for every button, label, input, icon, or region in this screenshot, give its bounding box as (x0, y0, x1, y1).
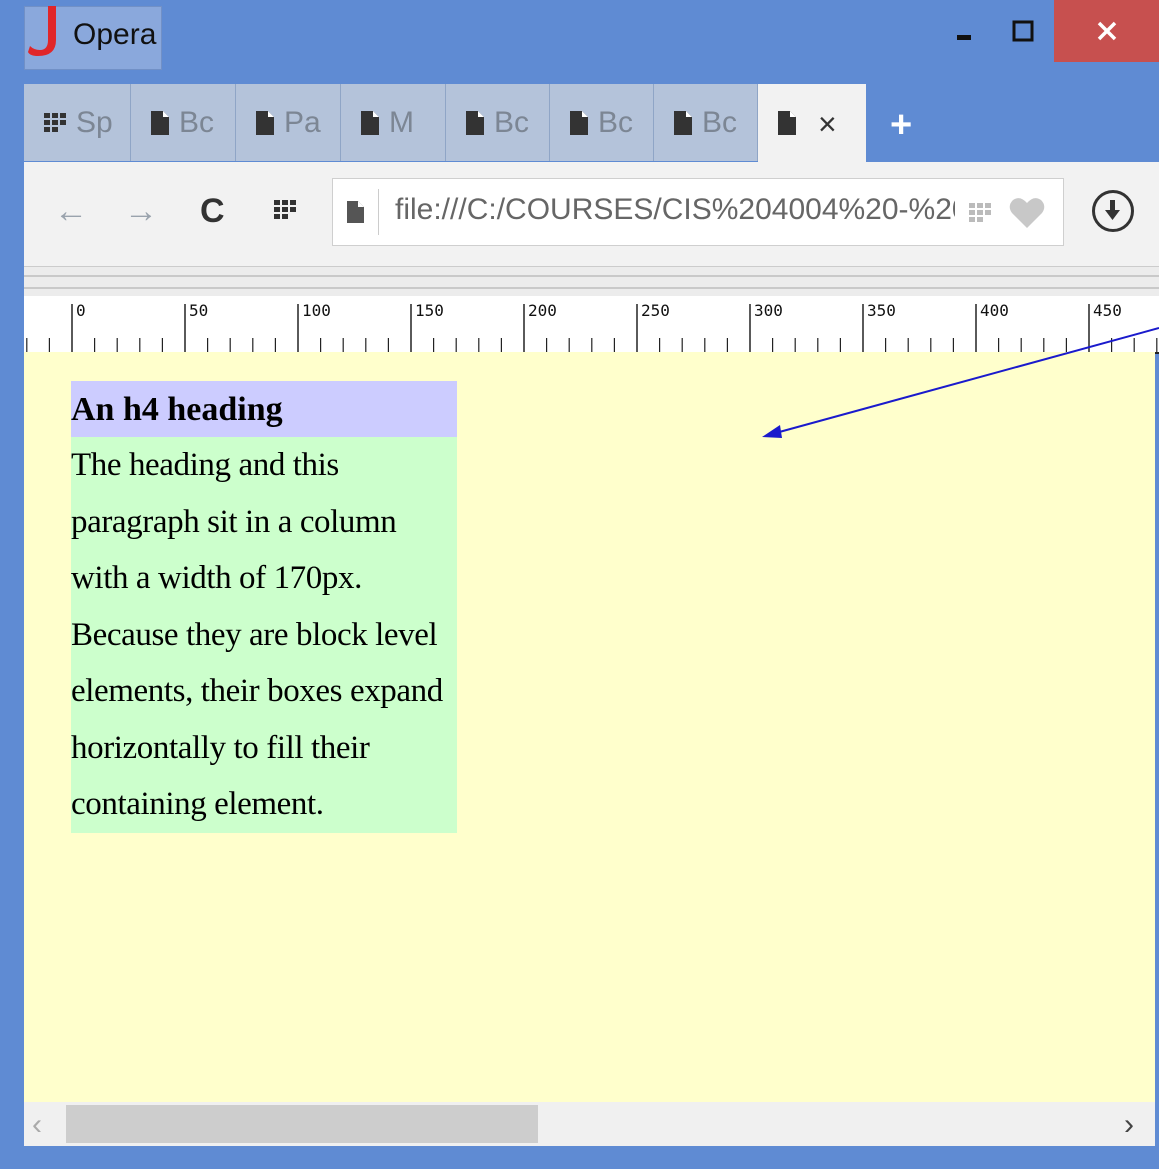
tab-label: Bc (179, 105, 215, 139)
ruler-label: 0 (76, 301, 86, 320)
address-divider (378, 189, 379, 235)
tab-page[interactable]: Pa (236, 84, 341, 161)
scroll-left-icon[interactable]: ‹ (32, 1108, 42, 1142)
speed-dial-icon[interactable] (274, 200, 298, 222)
pixel-ruler: 0 50 100 150 200 250 300 350 400 450 (24, 296, 1159, 354)
scroll-right-icon[interactable]: › (1124, 1108, 1134, 1142)
scroll-thumb[interactable] (66, 1105, 538, 1143)
speed-dial-icon (44, 112, 66, 132)
address-bar[interactable]: file:///C:/COURSES/CIS%204004%20-%20W (332, 178, 1064, 246)
ruler-label: 400 (980, 301, 1009, 320)
close-icon (1097, 21, 1116, 41)
page-icon (466, 110, 484, 135)
minimize-icon (957, 35, 971, 40)
reload-icon[interactable]: C (200, 192, 225, 231)
ruler-label: 150 (415, 301, 444, 320)
tab-page[interactable]: M (341, 84, 446, 161)
page-icon (570, 110, 588, 135)
page-icon (151, 110, 169, 135)
back-icon[interactable]: ← (54, 192, 88, 231)
tab-page[interactable]: Bc (550, 84, 654, 161)
content-column: An h4 heading The heading and this parag… (71, 381, 457, 833)
app-title: Opera (73, 18, 157, 51)
tab-label: Bc (702, 105, 738, 139)
maximize-icon (1012, 20, 1034, 42)
title-bar: Opera (0, 0, 1159, 83)
tab-page[interactable]: Bc (131, 84, 236, 161)
minimize-button[interactable] (938, 0, 992, 62)
tab-speed-dial[interactable]: Sp (24, 84, 131, 161)
close-button[interactable] (1054, 0, 1159, 62)
tab-page[interactable]: Bc (654, 84, 758, 161)
page-icon (347, 201, 364, 223)
ruler-label: 100 (302, 301, 331, 320)
ruler-label: 200 (528, 301, 557, 320)
ruler-label: 300 (754, 301, 783, 320)
tab-close-icon[interactable]: × (818, 106, 837, 143)
tab-strip: Sp Bc Pa M Bc Bc Bc × + (24, 84, 1159, 162)
browser-window: Opera Sp Bc Pa M Bc Bc Bc × + ← → C file… (0, 0, 1159, 1169)
horizontal-scrollbar[interactable]: ‹ › (24, 1102, 1155, 1146)
ruler-label: 50 (189, 301, 208, 320)
tab-label: Bc (598, 105, 634, 139)
tab-label: Bc (494, 105, 530, 139)
tab-active[interactable]: × (758, 84, 866, 162)
tab-label: Sp (76, 105, 113, 139)
page-icon (361, 110, 379, 135)
forward-icon[interactable]: → (124, 192, 158, 231)
navigation-bar: ← → C file:///C:/COURSES/CIS%204004%20-%… (24, 162, 1159, 266)
download-icon[interactable] (1092, 190, 1134, 232)
new-tab-button[interactable]: + (890, 104, 912, 147)
page-icon (778, 111, 796, 135)
page-viewport: An h4 heading The heading and this parag… (24, 352, 1155, 1102)
page-icon (674, 110, 692, 135)
page-icon (256, 110, 274, 135)
opera-logo-icon (28, 6, 56, 56)
maximize-button[interactable] (992, 0, 1054, 62)
ruler-label: 250 (641, 301, 670, 320)
ruler-label: 350 (867, 301, 896, 320)
toolbar-separator (24, 266, 1159, 297)
tab-label: M (389, 105, 414, 139)
ruler-label: 450 (1093, 301, 1122, 320)
address-text[interactable]: file:///C:/COURSES/CIS%204004%20-%20W (395, 193, 955, 227)
speed-dial-add-icon[interactable] (969, 203, 995, 225)
h4-heading: An h4 heading (71, 381, 457, 437)
heart-icon[interactable] (1009, 197, 1045, 229)
paragraph: The heading and this paragraph sit in a … (71, 437, 457, 833)
tab-page[interactable]: Bc (446, 84, 550, 161)
tab-label: Pa (284, 105, 321, 139)
